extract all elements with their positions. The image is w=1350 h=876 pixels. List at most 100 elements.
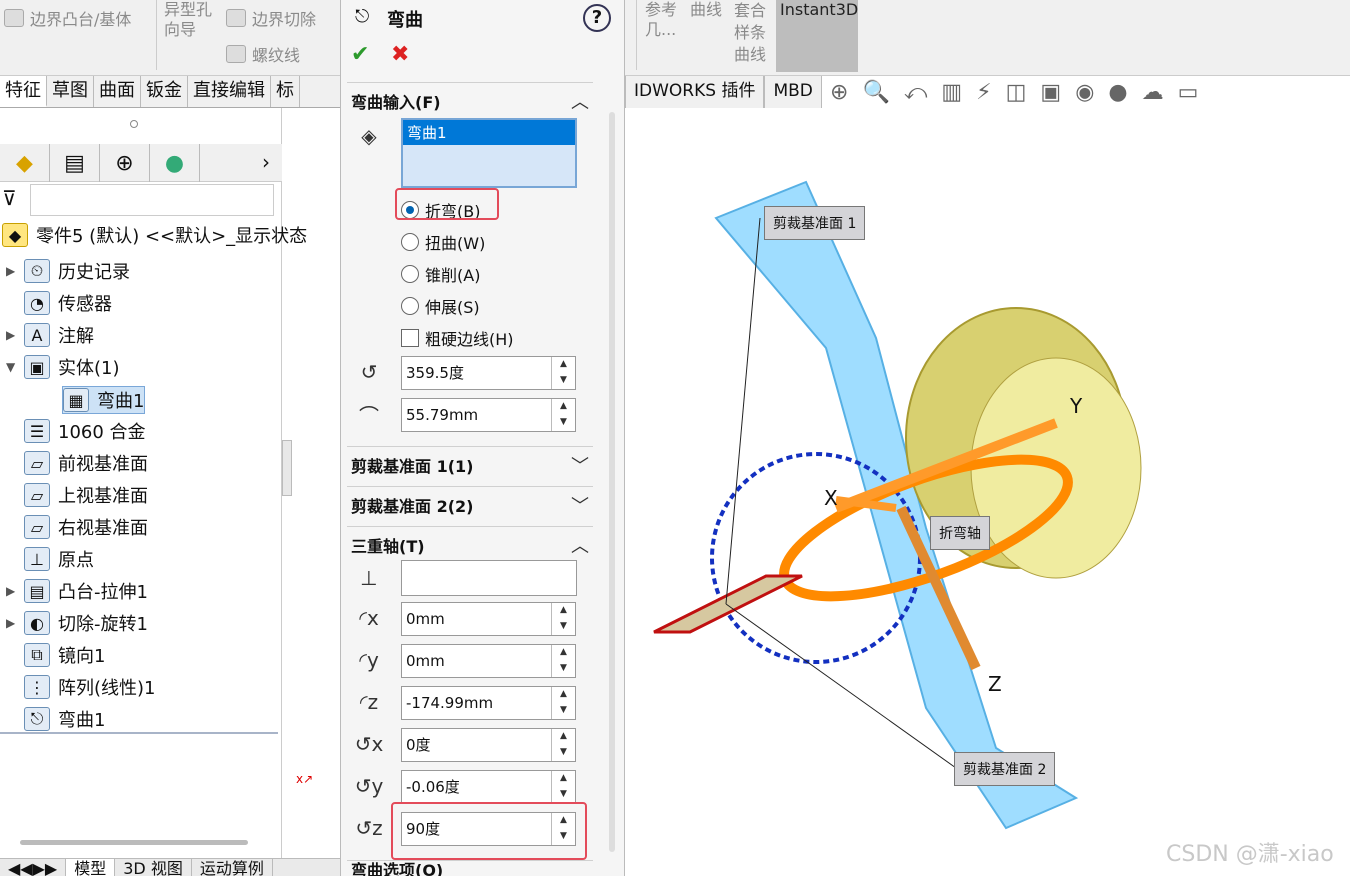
angle-field[interactable]: 359.5度 ▲ ▼	[401, 356, 576, 390]
tree-item[interactable]: ▱ 右视基准面	[6, 514, 148, 540]
tree-item[interactable]: ▶ ▤ 凸台-拉伸1	[6, 578, 148, 604]
tab-model[interactable]: 模型	[66, 859, 116, 876]
tree-item[interactable]: ▼ ▣ 实体(1)	[6, 354, 120, 380]
tab-sheet-metal[interactable]: 钣金	[141, 76, 188, 107]
spin-up-icon[interactable]: ▲	[552, 645, 575, 661]
display-style-icon[interactable]: ▣	[1040, 80, 1061, 105]
expand-icon[interactable]: ▶	[6, 584, 16, 598]
spin-up-icon[interactable]: ▲	[552, 771, 575, 787]
spin-up-icon[interactable]: ▲	[552, 357, 575, 373]
panel-splitter[interactable]	[282, 440, 292, 496]
tree-root-part[interactable]: ◆ 零件5 (默认) <<默认>_显示状态	[2, 222, 307, 248]
radio-stretch[interactable]: 伸展(S)	[401, 294, 480, 318]
view-orientation-icon[interactable]: ◫	[1006, 80, 1027, 105]
zoom-area-icon[interactable]: 🔍	[862, 80, 889, 105]
spin-down-icon[interactable]: ▼	[552, 619, 575, 635]
expand-icon[interactable]: ▶	[6, 328, 16, 342]
section-triad[interactable]: 三重轴(T) ︿	[347, 526, 593, 562]
expand-icon[interactable]: ▶	[6, 264, 16, 278]
tab-3d-views[interactable]: 3D 视图	[115, 859, 192, 876]
x-rotation-field[interactable]: 0度 ▲ ▼	[401, 728, 576, 762]
rollback-bar[interactable]	[0, 732, 278, 734]
pm-scrollbar[interactable]	[609, 112, 615, 852]
tab-surfaces[interactable]: 曲面	[94, 76, 141, 107]
reference-geometry-button[interactable]: 参考 几...	[645, 0, 677, 40]
section-view-icon[interactable]: ▥	[941, 80, 962, 105]
expand-icon[interactable]: ▼	[6, 360, 16, 374]
tab-sketch[interactable]: 草图	[47, 76, 94, 107]
tree-item[interactable]: ▶ ⏲ 历史记录	[6, 258, 130, 284]
tree-item[interactable]: ⊥ 原点	[6, 546, 94, 572]
tree-item[interactable]: ⋮ 阵列(线性)1	[6, 674, 156, 700]
instant3d-button[interactable]: Instant3D	[776, 0, 858, 72]
spin-down-icon[interactable]: ▼	[552, 415, 575, 431]
section-trim-plane-1[interactable]: 剪裁基准面 1(1) ﹀	[347, 446, 593, 482]
boundary-boss-button[interactable]: 边界凸台/基体	[4, 6, 131, 30]
thread-button[interactable]: 螺纹线	[226, 42, 300, 66]
radius-field[interactable]: 55.79mm ▲ ▼	[401, 398, 576, 432]
cancel-button[interactable]: ✖	[391, 42, 409, 67]
spin-up-icon[interactable]: ▲	[552, 687, 575, 703]
callout-trim-plane-1[interactable]: 剪裁基准面 1	[764, 206, 866, 240]
configuration-manager-icon[interactable]: ⊕	[100, 144, 150, 182]
tree-item[interactable]: ⧉ 镜向1	[6, 642, 105, 668]
filter-icon[interactable]: ⊽	[2, 186, 17, 210]
spin-up-icon[interactable]: ▲	[552, 399, 575, 415]
spin-down-icon[interactable]: ▼	[552, 703, 575, 719]
spin-down-icon[interactable]: ▼	[552, 787, 575, 803]
graphics-viewport[interactable]: 剪裁基准面 1 折弯轴 剪裁基准面 2 Y X Z CSDN @潇-xiao	[626, 108, 1350, 867]
tree-item[interactable]: ▱ 上视基准面	[6, 482, 148, 508]
spin-down-icon[interactable]: ▼	[552, 661, 575, 677]
filter-input[interactable]	[30, 184, 274, 216]
section-flex-options[interactable]: 弯曲选项(O)	[347, 860, 593, 876]
zoom-to-fit-icon[interactable]: ⊕	[830, 80, 848, 105]
spin-up-icon[interactable]: ▲	[552, 729, 575, 745]
tab-addins[interactable]: IDWORKS 插件	[625, 76, 765, 108]
section-trim-plane-2[interactable]: 剪裁基准面 2(2) ﹀	[347, 486, 593, 522]
spin-down-icon[interactable]: ▼	[552, 745, 575, 761]
feature-manager-icon[interactable]: ◆	[0, 144, 50, 182]
view-settings-icon[interactable]: ▭	[1178, 80, 1199, 105]
chevron-right-icon[interactable]: ›	[262, 150, 270, 174]
triad-selection-box[interactable]	[401, 560, 577, 596]
scene-icon[interactable]: ☁	[1142, 80, 1164, 105]
tab-standard[interactable]: 标	[271, 76, 300, 107]
radio-twist[interactable]: 扭曲(W)	[401, 230, 485, 254]
horizontal-scrollbar[interactable]	[20, 840, 248, 845]
tree-item[interactable]: ⎋ 弯曲1	[6, 706, 105, 732]
spin-up-icon[interactable]: ▲	[552, 603, 575, 619]
section-flex-input[interactable]: 弯曲输入(F) ︿	[347, 82, 593, 118]
y-position-field[interactable]: 0mm ▲ ▼	[401, 644, 576, 678]
previous-view-icon[interactable]: ⤺	[904, 80, 928, 105]
panel-grip-icon[interactable]	[130, 120, 138, 128]
fit-spline-button[interactable]: 套合 样条 曲线	[734, 0, 766, 66]
hole-wizard-button[interactable]: 异型孔 向导	[164, 0, 212, 40]
body-selection-box[interactable]: 弯曲1	[401, 118, 577, 188]
expand-icon[interactable]: ▶	[6, 616, 16, 630]
callout-bend-axis[interactable]: 折弯轴	[930, 516, 990, 550]
callout-trim-plane-2[interactable]: 剪裁基准面 2	[954, 752, 1056, 786]
scroll-arrows-icon[interactable]: ◀◀▶▶	[0, 859, 67, 876]
tab-mbd[interactable]: MBD	[764, 76, 822, 108]
ok-button[interactable]: ✔	[351, 42, 369, 67]
property-manager-icon[interactable]: ▤	[50, 144, 100, 182]
dynamic-annotation-icon[interactable]: ⚡	[976, 80, 991, 105]
tree-item[interactable]: ◔ 传感器	[6, 290, 112, 316]
display-manager-icon[interactable]: ●	[150, 144, 200, 182]
tab-features[interactable]: 特征	[0, 76, 47, 107]
spin-down-icon[interactable]: ▼	[552, 373, 575, 389]
tree-item[interactable]: ▶ ◐ 切除-旋转1	[6, 610, 148, 636]
appearance-icon[interactable]: ●	[1108, 80, 1127, 105]
tree-item[interactable]: ▦ 弯曲1	[62, 386, 146, 414]
tree-item[interactable]: ▶ A 注解	[6, 322, 94, 348]
help-button[interactable]: ?	[583, 4, 611, 32]
curves-button[interactable]: 曲线	[690, 0, 722, 20]
y-rotation-field[interactable]: -0.06度 ▲ ▼	[401, 770, 576, 804]
selected-body-item[interactable]: 弯曲1	[403, 120, 575, 145]
hide-show-icon[interactable]: ◉	[1075, 80, 1094, 105]
z-position-field[interactable]: -174.99mm ▲ ▼	[401, 686, 576, 720]
hard-edges-checkbox[interactable]: 粗硬边线(H)	[401, 326, 514, 350]
tab-motion-study[interactable]: 运动算例	[192, 859, 273, 876]
radio-taper[interactable]: 锥削(A)	[401, 262, 480, 286]
tree-item[interactable]: ☰ 1060 合金	[6, 418, 146, 444]
